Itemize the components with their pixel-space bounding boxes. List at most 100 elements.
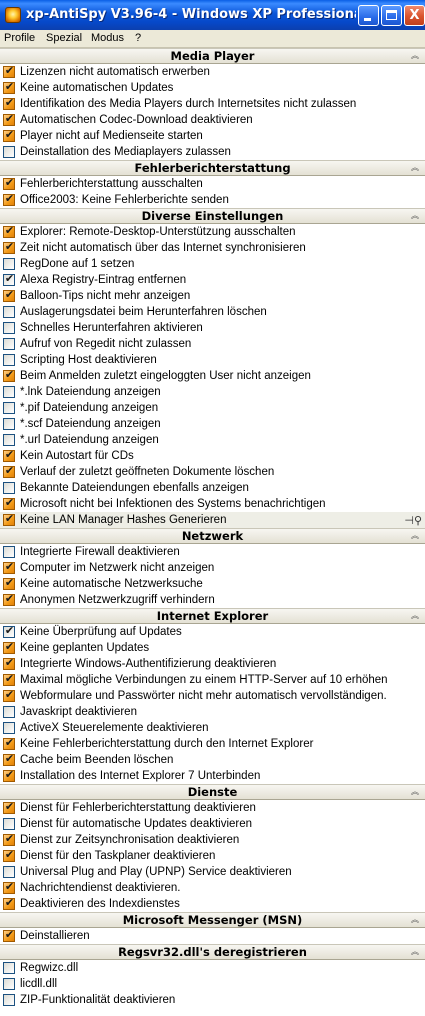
list-item[interactable]: ✔ Dienst für Fehlerberichterstattung deak… [0,800,425,816]
list-item[interactable]: Universal Plug and Play (UPNP) Service d… [0,864,425,880]
list-item[interactable]: ActiveX Steuerelemente deaktivieren [0,720,425,736]
list-item[interactable]: ✔ Office2003: Keine Fehlerberichte senden [0,192,425,208]
list-item[interactable]: Aufruf von Regedit nicht zulassen [0,336,425,352]
list-item[interactable]: ✔ Microsoft nicht bei Infektionen des Sys… [0,496,425,512]
list-item[interactable]: ✔ Zeit nicht automatisch über das Interne… [0,240,425,256]
list-item[interactable]: ✔ Dienst zur Zeitsynchronisation deaktivi… [0,832,425,848]
list-item[interactable]: Schnelles Herunterfahren aktivieren [0,320,425,336]
checkbox[interactable] [3,482,15,494]
collapse-icon[interactable]: ︽ [411,948,419,956]
checkbox[interactable] [3,994,15,1006]
list-item[interactable]: ✔ Keine LAN Manager Hashes Generieren ⊣⚲ [0,512,425,528]
checkbox[interactable]: ✔ [3,64,15,78]
list-item[interactable]: Javaskript deaktivieren [0,704,425,720]
checkbox[interactable]: ✔ [3,112,15,126]
list-item[interactable]: RegDone auf 1 setzen [0,256,425,272]
checkbox[interactable]: ✔ [3,560,15,574]
checkbox[interactable]: ✔ [3,768,15,782]
list-item[interactable]: ✔ Webformulare und Passwörter nicht mehr … [0,688,425,704]
list-item[interactable]: ✔ Keine Fehlerberichterstattung durch den… [0,736,425,752]
checkbox[interactable]: ✔ [3,752,15,766]
checkbox[interactable]: ✔ [3,96,15,110]
checkbox[interactable]: ✔ [3,240,15,254]
checkbox[interactable] [3,354,15,366]
checkbox[interactable]: ✔ [3,128,15,142]
checkbox[interactable]: ✔ [3,288,15,302]
list-item[interactable]: ✔ Balloon-Tips nicht mehr anzeigen [0,288,425,304]
list-item[interactable]: Deinstallation des Mediaplayers zulassen [0,144,425,160]
list-item[interactable]: ✔ Nachrichtendienst deaktivieren. [0,880,425,896]
list-item[interactable]: *.pif Dateiendung anzeigen [0,400,425,416]
collapse-icon[interactable]: ︽ [411,788,419,796]
checkbox[interactable] [3,866,15,878]
checkbox[interactable]: ✔ [3,624,15,638]
checkbox[interactable] [3,306,15,318]
collapse-icon[interactable]: ︽ [411,532,419,540]
list-item[interactable]: ✔ Computer im Netzwerk nicht anzeigen [0,560,425,576]
collapse-icon[interactable]: ︽ [411,212,419,220]
title-bar[interactable]: xp-AntiSpy V3.96-4 - Windows XP Professi… [0,0,425,30]
checkbox[interactable] [3,722,15,734]
checkbox[interactable]: ✔ [3,672,15,686]
section-header[interactable]: Internet Explorer ︽ [0,608,425,624]
list-item[interactable]: Integrierte Firewall deaktivieren [0,544,425,560]
checkbox[interactable]: ✔ [3,592,15,606]
checkbox[interactable]: ✔ [3,800,15,814]
list-item[interactable]: ZIP-Funktionalität deaktivieren [0,992,425,1008]
list-item[interactable]: ✔ Identifikation des Media Players durch … [0,96,425,112]
menu-modus[interactable]: Modus [87,31,128,46]
checkbox[interactable] [3,258,15,270]
list-item[interactable]: ✔ Deinstallieren [0,928,425,944]
section-header[interactable]: Dienste ︽ [0,784,425,800]
checkbox[interactable]: ✔ [3,640,15,654]
checkbox[interactable] [3,386,15,398]
list-item[interactable]: ✔ Explorer: Remote-Desktop-Unterstützung … [0,224,425,240]
collapse-icon[interactable]: ︽ [411,916,419,924]
checkbox[interactable]: ✔ [3,272,15,286]
section-header[interactable]: Media Player ︽ [0,48,425,64]
list-item[interactable]: ✔ Lizenzen nicht automatisch erwerben [0,64,425,80]
section-header[interactable]: Netzwerk ︽ [0,528,425,544]
section-header[interactable]: Microsoft Messenger (MSN) ︽ [0,912,425,928]
collapse-icon[interactable]: ︽ [411,164,419,172]
list-item[interactable]: Dienst für automatische Updates deaktivi… [0,816,425,832]
list-item[interactable]: *.scf Dateiendung anzeigen [0,416,425,432]
list-item[interactable]: ✔ Keine automatische Netzwerksuche [0,576,425,592]
list-item[interactable]: Regwizc.dll [0,960,425,976]
list-item[interactable]: ✔ Deaktivieren des Indexdienstes [0,896,425,912]
checkbox[interactable]: ✔ [3,80,15,94]
checkbox[interactable] [3,434,15,446]
section-header[interactable]: Regsvr32.dll's deregistrieren ︽ [0,944,425,960]
checkbox[interactable]: ✔ [3,512,15,526]
section-header[interactable]: Diverse Einstellungen ︽ [0,208,425,224]
checkbox[interactable] [3,322,15,334]
list-item[interactable]: ✔ Fehlerberichterstattung ausschalten [0,176,425,192]
list-item[interactable]: ✔ Keine automatischen Updates [0,80,425,96]
list-item[interactable]: ✔ Maximal mögliche Verbindungen zu einem … [0,672,425,688]
list-item[interactable]: ✔ Anonymen Netzwerkzugriff verhindern [0,592,425,608]
checkbox[interactable] [3,402,15,414]
checkbox[interactable]: ✔ [3,928,15,942]
list-item[interactable]: ✔ Keine geplanten Updates [0,640,425,656]
collapse-icon[interactable]: ︽ [411,52,419,60]
list-item[interactable]: ✔ Automatischen Codec-Download deaktivier… [0,112,425,128]
list-item[interactable]: Auslagerungsdatei beim Herunterfahren lö… [0,304,425,320]
checkbox[interactable]: ✔ [3,464,15,478]
list-item[interactable]: licdll.dll [0,976,425,992]
checkbox[interactable]: ✔ [3,848,15,862]
menu-help[interactable]: ? [131,31,145,46]
list-item[interactable]: ✔ Installation des Internet Explorer 7 Un… [0,768,425,784]
list-item[interactable]: ✔ Integrierte Windows-Authentifizierung d… [0,656,425,672]
checkbox[interactable]: ✔ [3,496,15,510]
list-item[interactable]: ✔ Keine Überprüfung auf Updates [0,624,425,640]
menu-profile[interactable]: Profile [0,31,39,46]
list-item[interactable]: *.lnk Dateiendung anzeigen [0,384,425,400]
checkbox[interactable]: ✔ [3,656,15,670]
checkbox[interactable]: ✔ [3,896,15,910]
checkbox[interactable] [3,146,15,158]
checkbox[interactable] [3,418,15,430]
close-button[interactable]: X [404,5,425,26]
list-item[interactable]: Bekannte Dateiendungen ebenfalls anzeige… [0,480,425,496]
list-item[interactable]: ✔ Cache beim Beenden löschen [0,752,425,768]
checkbox[interactable]: ✔ [3,192,15,206]
